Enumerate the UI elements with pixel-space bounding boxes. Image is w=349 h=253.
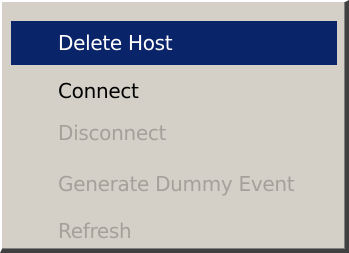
menu-item-disconnect: Disconnect	[58, 121, 167, 145]
menu-item-delete-host[interactable]: Delete Host	[11, 21, 337, 65]
menu-item-refresh: Refresh	[58, 219, 132, 243]
menu-item-generate-dummy-event: Generate Dummy Event	[58, 172, 295, 196]
context-menu: Delete Host Connect Disconnect Generate …	[0, 0, 349, 253]
menu-item-connect[interactable]: Connect	[11, 69, 337, 113]
